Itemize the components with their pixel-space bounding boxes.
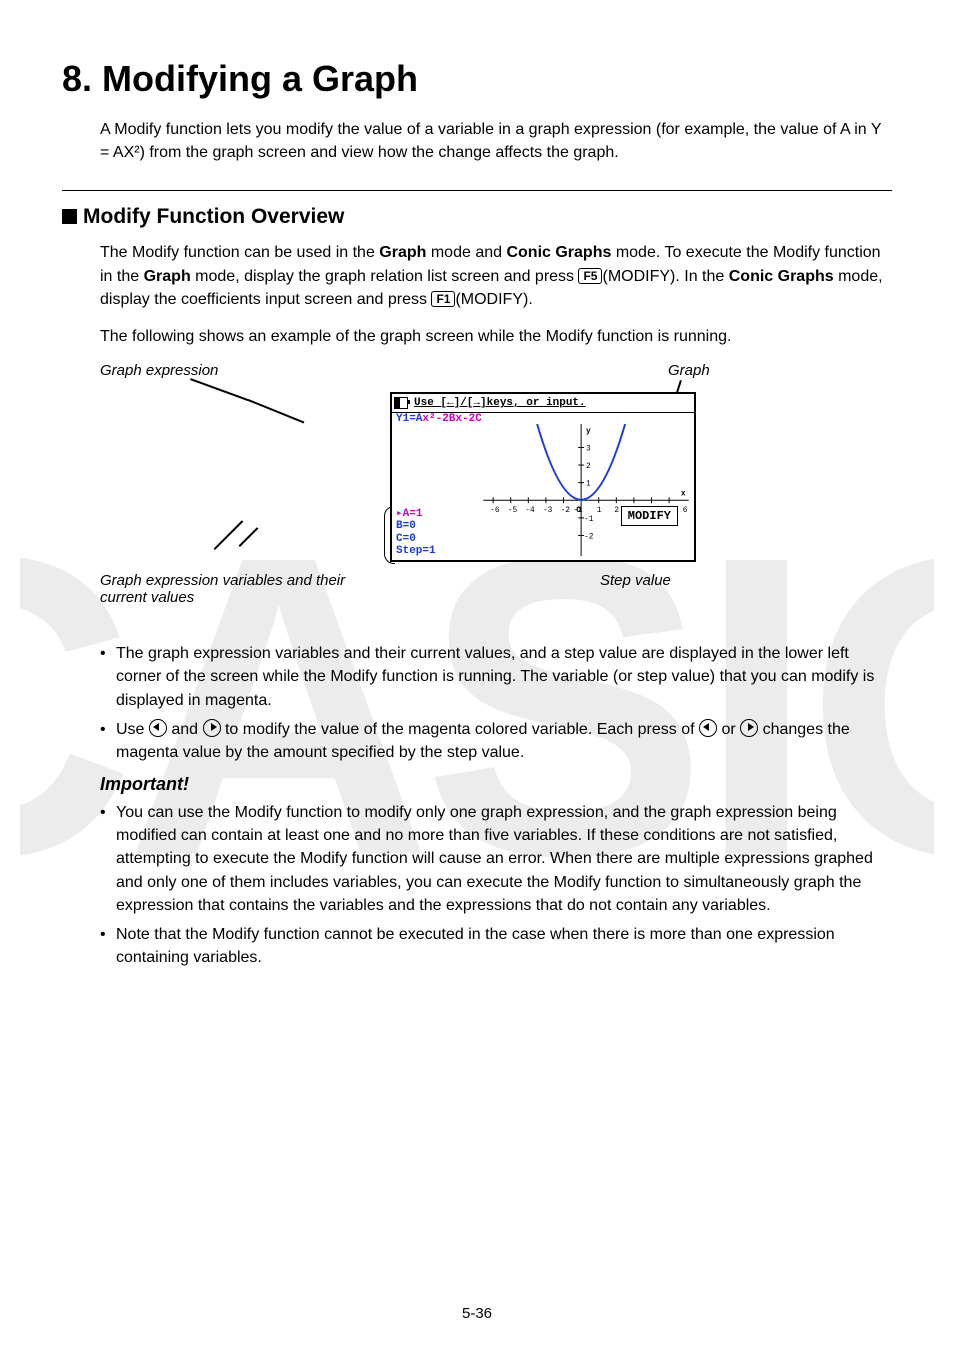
calc-variables: ▸A=1 B=0 C=0 Step=1 (396, 508, 436, 559)
svg-text:2: 2 (614, 506, 619, 515)
figure: Graph expression Graph Graph expression … (100, 362, 892, 622)
keycap-f1: F1 (431, 291, 455, 307)
fig-label-vars: Graph expression variables and their cur… (100, 572, 360, 606)
page-title: 8. Modifying a Graph (62, 58, 892, 100)
svg-text:-2: -2 (561, 506, 571, 515)
svg-text:y: y (586, 427, 591, 436)
svg-text:O: O (576, 506, 581, 515)
section-divider (62, 190, 892, 191)
intro-paragraph: A Modify function lets you modify the va… (100, 118, 892, 164)
svg-text:6: 6 (683, 506, 688, 515)
left-arrow-icon (699, 719, 717, 737)
fig-label-step: Step value (600, 572, 671, 589)
keycap-f5: F5 (578, 268, 602, 284)
svg-text:1: 1 (597, 506, 602, 515)
right-arrow-icon (203, 719, 221, 737)
section-heading: Modify Function Overview (62, 205, 892, 229)
svg-text:1: 1 (586, 480, 591, 489)
svg-text:x: x (681, 490, 686, 499)
svg-text:-2: -2 (584, 533, 594, 542)
svg-text:2: 2 (586, 462, 591, 471)
bullet-item: You can use the Modify function to modif… (100, 801, 892, 917)
svg-text:-3: -3 (543, 506, 553, 515)
overview-paragraph-2: The following shows an example of the gr… (100, 325, 892, 348)
calculator-screenshot: Use [←]/[→]keys, or input. Y1=Ax²-2Bx-2C… (390, 392, 696, 562)
right-arrow-icon (740, 719, 758, 737)
important-heading: Important! (100, 774, 892, 795)
calc-graph-area: -6-5-4 -3-2-1 123 45 123 -1-2 O y x 6 (482, 424, 690, 556)
svg-text:-5: -5 (508, 506, 518, 515)
svg-text:3: 3 (586, 445, 591, 454)
svg-text:-1: -1 (584, 515, 594, 524)
calc-header: Use [←]/[→]keys, or input. (392, 394, 694, 413)
calc-expression: Y1=Ax²-2Bx-2C (396, 413, 482, 425)
fig-label-expression: Graph expression (100, 362, 218, 379)
bullet-item: Use and to modify the value of the magen… (100, 718, 892, 764)
left-arrow-icon (149, 719, 167, 737)
bullet-item: Note that the Modify function cannot be … (100, 923, 892, 969)
svg-text:-4: -4 (525, 506, 535, 515)
battery-icon (394, 397, 408, 409)
page-number: 5-36 (0, 1305, 954, 1322)
fig-label-graph: Graph (668, 362, 710, 379)
modify-indicator: MODIFY (621, 506, 678, 526)
overview-paragraph-1: The Modify function can be used in the G… (100, 241, 892, 311)
bullet-item: The graph expression variables and their… (100, 642, 892, 712)
svg-text:-6: -6 (490, 506, 500, 515)
